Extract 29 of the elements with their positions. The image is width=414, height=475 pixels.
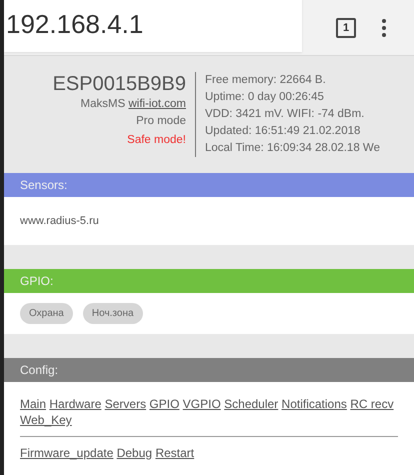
- stat-text: Updated: 16:51:49 21.02.2018: [205, 124, 362, 139]
- device-name: ESP0015B9B9: [52, 72, 186, 96]
- config-link[interactable]: Main: [20, 397, 46, 411]
- config-link[interactable]: GPIO: [149, 397, 180, 411]
- config-link[interactable]: Scheduler: [224, 397, 278, 411]
- config-link[interactable]: Firmware_update: [20, 446, 114, 460]
- config-link[interactable]: VGPIO: [182, 397, 221, 411]
- section-header: GPIO:: [4, 269, 414, 293]
- menu-icon[interactable]: [382, 18, 386, 36]
- site-link[interactable]: wifi-iot.com: [128, 98, 186, 110]
- config-link[interactable]: Restart: [155, 446, 194, 460]
- config-link[interactable]: Hardware: [49, 397, 102, 411]
- section-header: Config:: [4, 358, 414, 382]
- config-link[interactable]: Notifications: [282, 397, 347, 411]
- author-text: MaksMS: [80, 98, 126, 110]
- tab-count-icon[interactable]: 1: [336, 18, 356, 38]
- stat-text: Local Time: 16:09:34 28.02.18 We: [205, 141, 380, 156]
- section-header: Sensors:: [4, 173, 414, 197]
- stat-text: Uptime: 0 day 00:26:45: [205, 90, 325, 105]
- stat-text: VDD: 3421 mV. WIFI: -74 dBm.: [205, 107, 366, 122]
- config-link[interactable]: RC recv: [350, 397, 394, 411]
- mode-text: Pro mode: [135, 114, 186, 129]
- address-bar[interactable]: 192.168.4.1: [4, 0, 302, 52]
- sensor-text: www.radius-5.ru: [20, 214, 100, 229]
- stat-text: Free memory: 22664 B.: [205, 73, 327, 88]
- warning-text: Safe mode!: [126, 133, 186, 148]
- config-link[interactable]: Servers: [104, 397, 146, 411]
- config-link[interactable]: Web_Key: [20, 413, 72, 427]
- config-link[interactable]: Debug: [116, 446, 152, 460]
